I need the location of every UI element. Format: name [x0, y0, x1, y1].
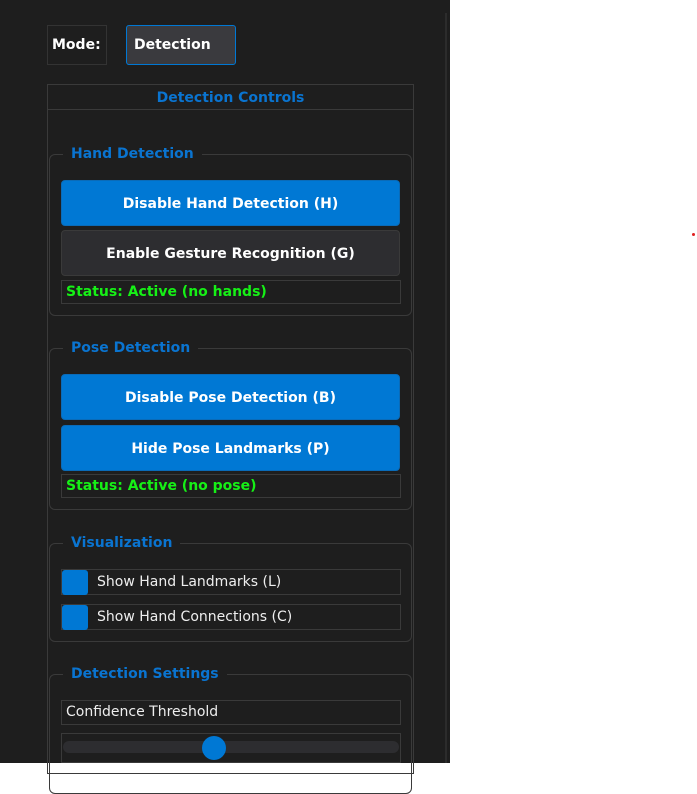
hide-pose-landmarks-button[interactable]: Hide Pose Landmarks (P)	[61, 425, 400, 471]
disable-hand-detection-button[interactable]: Disable Hand Detection (H)	[61, 180, 400, 226]
checkbox-checked-icon[interactable]	[62, 605, 88, 630]
checkbox-label: Show Hand Landmarks (L)	[97, 574, 282, 590]
visualization-group: Visualization Show Hand Landmarks (L) Sh…	[49, 533, 412, 642]
slider-thumb[interactable]	[202, 736, 227, 760]
panel-title: Detection Controls	[48, 86, 413, 110]
hand-detection-group: Hand Detection Disable Hand Detection (H…	[49, 144, 412, 316]
show-hand-landmarks-checkbox[interactable]: Show Hand Landmarks (L)	[61, 569, 401, 595]
mode-select[interactable]: Detection	[126, 25, 236, 65]
mode-label: Mode:	[47, 25, 107, 65]
confidence-threshold-slider[interactable]	[61, 733, 401, 763]
group-title: Pose Detection	[63, 338, 199, 358]
enable-gesture-recognition-button[interactable]: Enable Gesture Recognition (G)	[61, 230, 400, 276]
control-sidebar: Mode: Detection Detection Controls Hand …	[0, 0, 450, 794]
checkbox-label: Show Hand Connections (C)	[97, 609, 293, 625]
vertical-scrollbar[interactable]	[445, 13, 447, 763]
detection-settings-group: Detection Settings Confidence Threshold	[49, 664, 412, 794]
group-title: Visualization	[63, 533, 181, 553]
group-title: Hand Detection	[63, 144, 202, 164]
show-hand-connections-checkbox[interactable]: Show Hand Connections (C)	[61, 604, 401, 630]
pose-status: Status: Active (no pose)	[61, 474, 401, 498]
checkbox-checked-icon[interactable]	[62, 570, 88, 595]
video-canvas-point	[692, 233, 695, 236]
slider-track[interactable]	[63, 741, 399, 753]
group-title: Detection Settings	[63, 664, 227, 684]
hand-status: Status: Active (no hands)	[61, 280, 401, 304]
confidence-threshold-label: Confidence Threshold	[61, 700, 401, 725]
disable-pose-detection-button[interactable]: Disable Pose Detection (B)	[61, 374, 400, 420]
pose-detection-group: Pose Detection Disable Pose Detection (B…	[49, 338, 412, 510]
